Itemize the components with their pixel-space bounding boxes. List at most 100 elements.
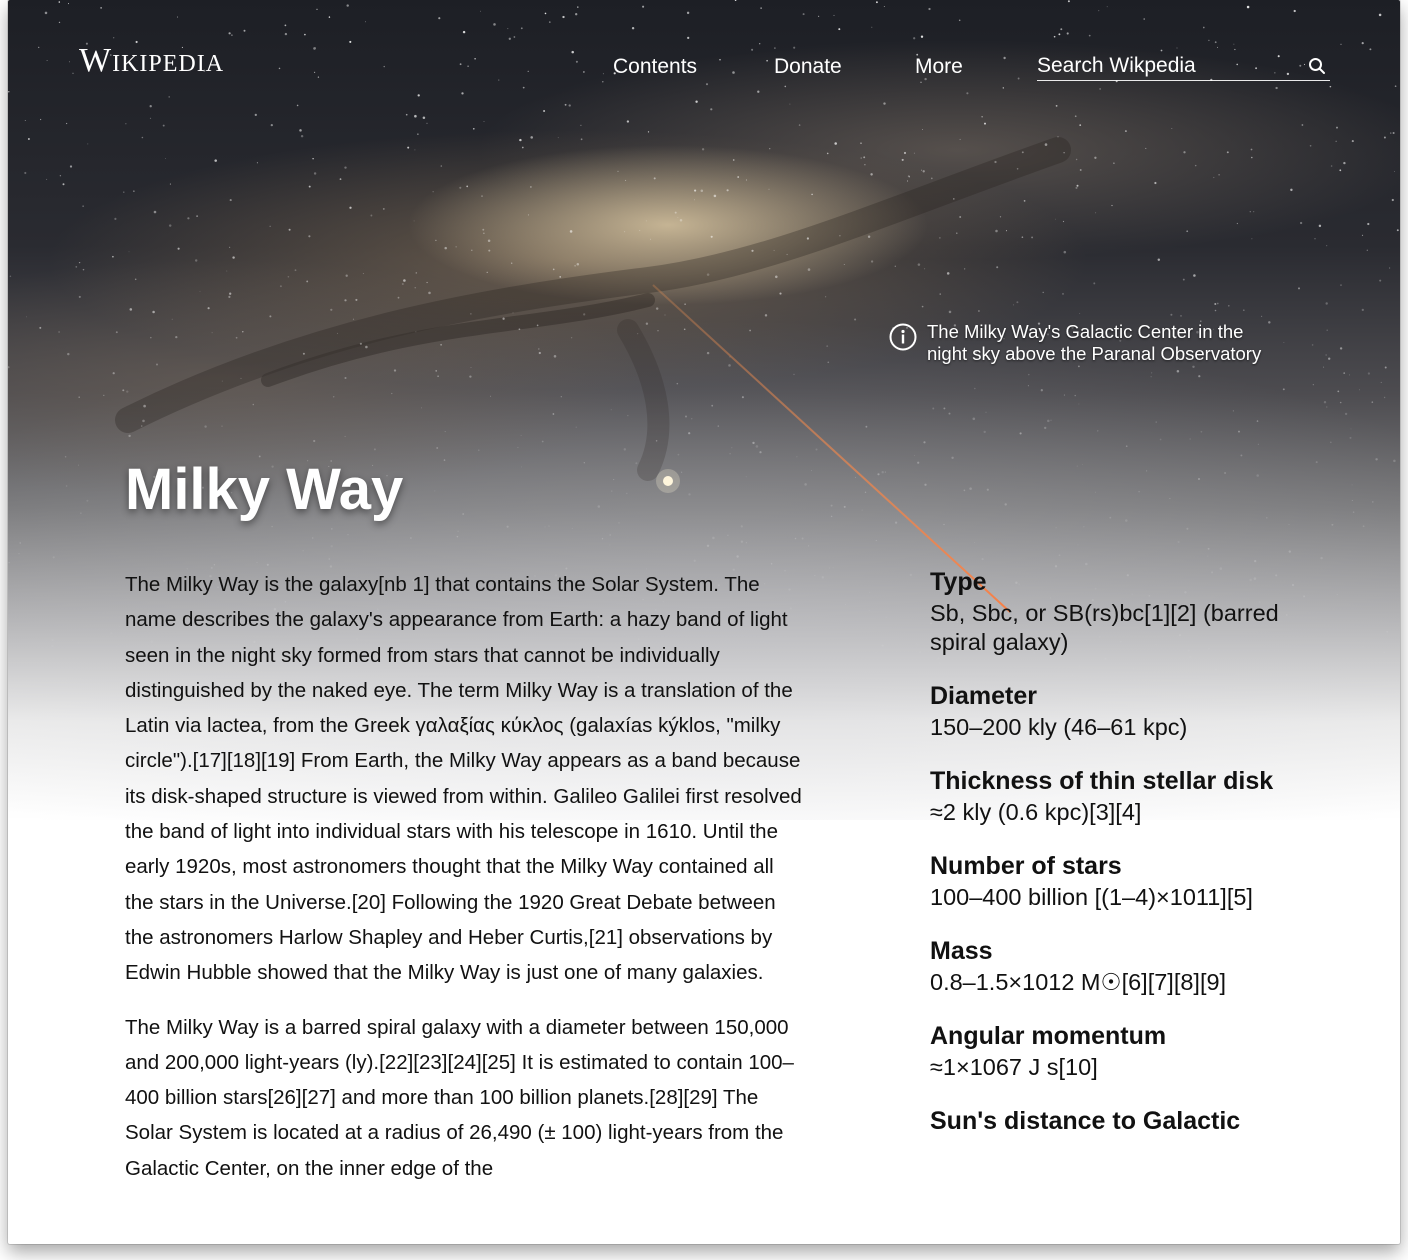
star <box>655 307 659 310</box>
star <box>1125 519 1128 522</box>
star <box>39 694 41 696</box>
star <box>403 279 406 282</box>
star <box>407 146 410 149</box>
star <box>133 190 135 192</box>
star <box>569 230 573 233</box>
star <box>483 232 485 234</box>
star <box>59 175 62 177</box>
star <box>798 124 801 126</box>
star <box>1384 366 1387 369</box>
star <box>456 535 459 538</box>
star <box>204 425 207 428</box>
star <box>1249 211 1251 213</box>
browser-window: Wikipedia Contents Donate More The Milky… <box>8 0 1400 1244</box>
star <box>352 318 355 320</box>
star <box>1155 421 1157 423</box>
info-icon[interactable] <box>889 323 917 351</box>
star <box>1336 594 1338 596</box>
nav-contents-link[interactable]: Contents <box>613 56 697 77</box>
star <box>25 316 27 318</box>
star <box>1150 376 1152 378</box>
star <box>645 322 649 325</box>
nav-donate-link[interactable]: Donate <box>774 56 842 77</box>
star <box>655 440 658 442</box>
star <box>597 505 601 508</box>
star <box>932 407 935 410</box>
star <box>1145 470 1148 472</box>
star <box>1218 174 1220 176</box>
star <box>1055 218 1057 220</box>
star <box>647 131 650 133</box>
star <box>1182 278 1185 281</box>
star <box>486 271 488 273</box>
star <box>76 686 78 688</box>
star <box>478 449 480 451</box>
star <box>279 285 282 288</box>
star <box>1240 454 1243 457</box>
star <box>1226 151 1229 154</box>
star <box>843 505 846 508</box>
infobox-value: ≈2 kly (0.6 kpc)[3][4] <box>930 799 1142 825</box>
star <box>78 295 81 298</box>
star <box>1157 258 1161 262</box>
star <box>359 342 362 345</box>
star <box>1320 556 1323 560</box>
wikipedia-logo[interactable]: Wikipedia <box>79 44 224 78</box>
star <box>1344 412 1348 416</box>
star <box>1193 274 1196 277</box>
star <box>881 644 884 647</box>
star <box>362 273 364 275</box>
star <box>1192 365 1195 369</box>
star <box>330 528 333 530</box>
star <box>426 122 428 124</box>
star <box>611 490 613 492</box>
star <box>916 643 918 645</box>
star <box>119 626 121 628</box>
search-input[interactable] <box>1037 52 1292 80</box>
star <box>1325 354 1327 356</box>
star <box>1023 200 1026 202</box>
star <box>1390 132 1392 134</box>
star <box>1396 229 1399 232</box>
star <box>1393 459 1396 463</box>
star <box>1079 124 1082 126</box>
article-paragraph-2: The Milky Way is a barred spiral galaxy … <box>125 1015 794 1180</box>
star <box>1216 302 1219 305</box>
star <box>502 317 505 320</box>
star <box>1063 250 1067 254</box>
star <box>302 352 305 355</box>
star <box>736 555 739 558</box>
star <box>1180 315 1182 317</box>
star <box>65 122 68 125</box>
star <box>444 246 447 250</box>
star <box>382 207 385 210</box>
star <box>745 542 748 544</box>
star <box>1251 156 1253 159</box>
star <box>676 382 679 385</box>
star <box>1367 372 1371 375</box>
star <box>794 537 797 540</box>
star <box>956 232 958 234</box>
nav-more-link[interactable]: More <box>915 56 963 77</box>
star <box>270 123 273 127</box>
star <box>927 689 928 690</box>
star <box>624 231 626 233</box>
star <box>150 336 152 339</box>
star <box>1111 204 1113 207</box>
search-icon[interactable] <box>1308 57 1326 75</box>
star <box>110 632 113 635</box>
star <box>1078 365 1080 368</box>
star <box>875 539 877 542</box>
star <box>252 403 255 406</box>
star <box>1339 347 1343 350</box>
star <box>1094 156 1097 159</box>
star <box>552 268 555 271</box>
star <box>1078 403 1080 405</box>
star <box>177 247 180 250</box>
star <box>266 563 269 566</box>
star <box>860 157 862 159</box>
star <box>583 462 585 464</box>
star <box>1194 164 1197 167</box>
star <box>1063 394 1065 396</box>
star <box>1325 302 1328 305</box>
